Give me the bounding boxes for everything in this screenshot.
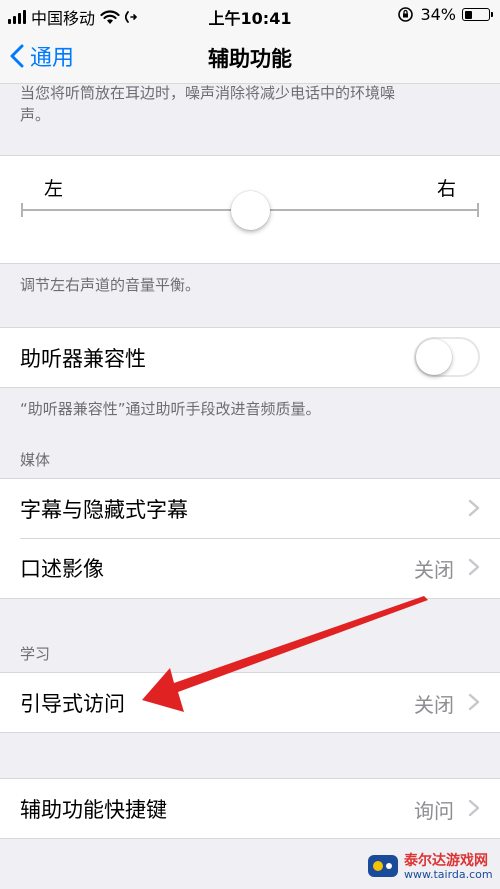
balance-left-label: 左 — [44, 178, 64, 200]
row-label: 辅助功能快捷键 — [20, 798, 167, 822]
media-section-header: 媒体 — [20, 451, 51, 469]
nav-bar: 通用 辅助功能 — [0, 30, 500, 84]
watermark-name: 泰尔达游戏网 — [404, 853, 488, 869]
battery-percent: 34% — [420, 5, 456, 24]
hearing-aid-label: 助听器兼容性 — [20, 347, 146, 371]
row-value: 关闭 — [414, 693, 454, 717]
watermark-logo-icon — [368, 855, 398, 877]
balance-slider-thumb[interactable] — [230, 191, 270, 230]
list-item-audio-descriptions[interactable]: 口述影像 关闭 — [0, 538, 500, 597]
hearing-aid-toggle[interactable] — [414, 337, 480, 377]
learning-section-header: 学习 — [20, 645, 51, 663]
toggle-knob — [416, 339, 452, 375]
list-item-accessibility-shortcut[interactable]: 辅助功能快捷键 询问 — [0, 779, 500, 838]
row-value: 询问 — [414, 799, 454, 823]
list-item-subtitles[interactable]: 字幕与隐藏式字幕 — [0, 479, 500, 538]
status-right: 34% — [397, 5, 493, 24]
hearing-aid-row: 助听器兼容性 — [0, 328, 500, 387]
row-label: 字幕与隐藏式字幕 — [20, 498, 188, 522]
hearing-aid-footer: “助听器兼容性”通过助听手段改进音频质量。 — [20, 400, 321, 418]
orientation-lock-icon — [398, 7, 414, 22]
chevron-right-icon — [468, 799, 480, 817]
noise-cancellation-footer: 当您将听筒放在耳边时，噪声消除将减少电话中的环境噪声。 — [20, 84, 396, 124]
shortcut-group: 辅助功能快捷键 询问 — [0, 778, 500, 839]
media-group: 字幕与隐藏式字幕 口述影像 关闭 — [0, 478, 500, 599]
battery-level — [464, 10, 473, 19]
page-title: 辅助功能 — [208, 47, 292, 71]
chevron-right-icon — [468, 558, 480, 576]
watermark-url: www.tairda.com — [404, 868, 493, 881]
balance-group: 左 右 — [0, 155, 500, 264]
annotation-arrow — [142, 596, 428, 712]
battery-icon — [462, 8, 493, 21]
list-item-guided-access[interactable]: 引导式访问 关闭 — [0, 673, 500, 732]
status-bar: 中国移动 上午10:41 34% — [0, 0, 500, 30]
chevron-right-icon — [468, 693, 480, 711]
watermark: 泰尔达游戏网 www.tairda.com — [366, 849, 496, 885]
learning-group: 引导式访问 关闭 — [0, 672, 500, 733]
balance-footer: 调节左右声道的音量平衡。 — [20, 276, 201, 294]
chevron-right-icon — [468, 499, 480, 517]
hearing-aid-group: 助听器兼容性 — [0, 327, 500, 388]
row-label: 引导式访问 — [20, 692, 125, 716]
balance-right-label: 右 — [436, 178, 456, 200]
row-label: 口述影像 — [20, 557, 104, 581]
row-value: 关闭 — [414, 558, 454, 582]
